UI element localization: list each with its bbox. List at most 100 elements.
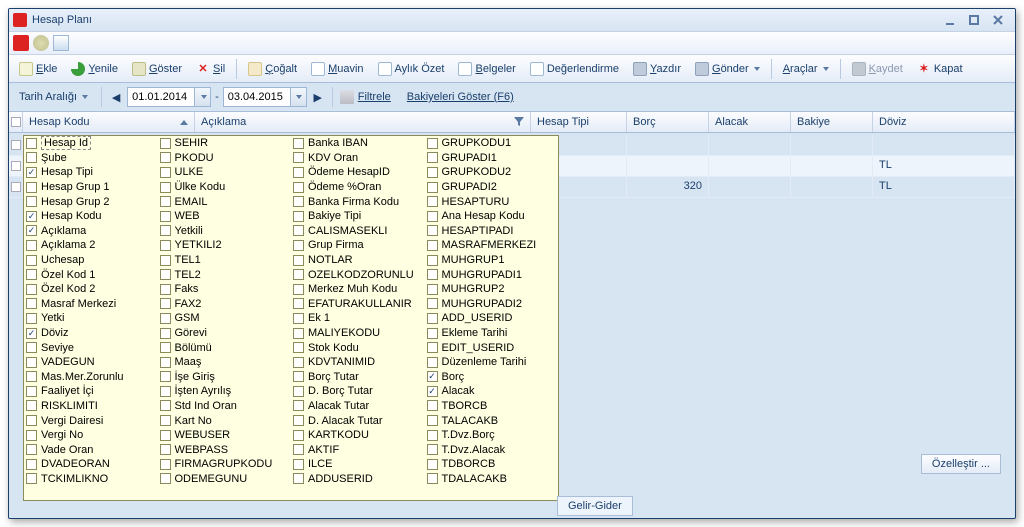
checkbox-icon[interactable] [26,284,37,295]
column-chooser-item[interactable]: Banka Firma Kodu [293,194,423,209]
checkbox-icon[interactable] [26,313,37,324]
checkbox-icon[interactable] [293,400,304,411]
column-chooser-item[interactable]: KARTKODU [293,428,423,443]
column-chooser-item[interactable]: Ana Hesap Kodu [427,209,557,224]
checkbox-icon[interactable] [427,211,438,222]
column-chooser-item[interactable]: AKTIF [293,442,423,457]
column-chooser-item[interactable]: Ödeme HesapID [293,165,423,180]
checkbox-icon[interactable] [160,152,171,163]
column-chooser-item[interactable]: TDBORCB [427,457,557,472]
checkbox-icon[interactable] [293,386,304,397]
column-chooser-item[interactable]: GSM [160,311,290,326]
column-chooser-item[interactable]: FAX2 [160,297,290,312]
checkbox-icon[interactable] [427,473,438,484]
checkbox-icon[interactable] [26,240,37,251]
checkbox-icon[interactable] [427,284,438,295]
iconbar-icon-3[interactable] [53,35,69,51]
goster-button[interactable]: Göster [126,59,188,79]
iconbar-icon-2[interactable] [33,35,49,51]
column-chooser-item[interactable]: Maaş [160,355,290,370]
sil-button[interactable]: ✕Sil [190,59,231,79]
column-chooser-item[interactable]: Ek 1 [293,311,423,326]
checkbox-icon[interactable] [160,371,171,382]
checkbox-icon[interactable] [26,371,37,382]
column-chooser-item[interactable]: EFATURAKULLANIR [293,297,423,312]
checkbox-icon[interactable] [427,371,438,382]
checkbox-icon[interactable] [160,328,171,339]
checkbox-icon[interactable] [427,400,438,411]
checkbox-icon[interactable] [26,225,37,236]
checkbox-icon[interactable] [26,473,37,484]
column-chooser-item[interactable]: T.Dvz.Alacak [427,442,557,457]
column-chooser-item[interactable]: EDIT_USERID [427,340,557,355]
date-to-input[interactable] [223,87,307,107]
checkbox-icon[interactable] [427,386,438,397]
checkbox-icon[interactable] [26,211,37,222]
checkbox-icon[interactable] [293,371,304,382]
column-chooser-item[interactable]: D. Borç Tutar [293,384,423,399]
column-chooser-item[interactable]: TDALACAKB [427,472,557,487]
tab-gelir-gider[interactable]: Gelir-Gider [557,496,633,516]
tarih-araligi-button[interactable]: Tarih Aralığı [13,88,94,106]
column-chooser-item[interactable]: İşten Ayrılış [160,384,290,399]
checkbox-icon[interactable] [160,473,171,484]
header-checkbox[interactable] [9,112,23,132]
date-from-input[interactable] [127,87,211,107]
column-chooser-item[interactable]: Hesap Id [26,136,156,151]
checkbox-icon[interactable] [293,459,304,470]
column-chooser-item[interactable]: Yetki [26,311,156,326]
checkbox-icon[interactable] [160,255,171,266]
column-chooser-item[interactable]: HESAPTIPADI [427,224,557,239]
column-chooser-item[interactable]: Borç Tutar [293,370,423,385]
column-chooser-item[interactable]: NOTLAR [293,253,423,268]
column-chooser-item[interactable]: Alacak [427,384,557,399]
checkbox-icon[interactable] [427,138,438,149]
checkbox-icon[interactable] [160,313,171,324]
column-chooser-item[interactable]: Hesap Tipi [26,165,156,180]
checkbox-icon[interactable] [427,240,438,251]
column-chooser-item[interactable]: Açıklama 2 [26,238,156,253]
checkbox-icon[interactable] [160,182,171,193]
checkbox-icon[interactable] [427,152,438,163]
gonder-button[interactable]: Gönder [689,59,766,79]
column-chooser-item[interactable]: KDV Oran [293,151,423,166]
column-chooser-item[interactable]: Özel Kod 1 [26,267,156,282]
column-chooser-item[interactable]: TBORCB [427,399,557,414]
maximize-button[interactable] [967,13,981,27]
column-chooser-item[interactable]: OZELKODZORUNLU [293,267,423,282]
checkbox-icon[interactable] [293,415,304,426]
checkbox-icon[interactable] [26,430,37,441]
checkbox-icon[interactable] [160,386,171,397]
column-chooser-item[interactable]: D. Alacak Tutar [293,413,423,428]
column-chooser-item[interactable]: ILCE [293,457,423,472]
checkbox-icon[interactable] [427,342,438,353]
column-chooser-item[interactable]: Mas.Mer.Zorunlu [26,370,156,385]
checkbox-icon[interactable] [293,313,304,324]
degerlendirme-button[interactable]: Değerlendirme [524,59,625,79]
araclar-button[interactable]: Araçlar [777,60,835,78]
checkbox-icon[interactable] [160,138,171,149]
column-chooser-item[interactable]: ADD_USERID [427,311,557,326]
checkbox-icon[interactable] [160,225,171,236]
cogalt-button[interactable]: Çoğalt [242,59,303,79]
column-chooser-item[interactable]: Alacak Tutar [293,399,423,414]
column-chooser-item[interactable]: Hesap Grup 2 [26,194,156,209]
checkbox-icon[interactable] [427,357,438,368]
ozellestir-button[interactable]: Özelleştir ... [921,454,1001,474]
checkbox-icon[interactable] [293,182,304,193]
column-chooser-item[interactable]: KDVTANIMID [293,355,423,370]
checkbox-icon[interactable] [160,444,171,455]
checkbox-icon[interactable] [26,459,37,470]
checkbox-icon[interactable] [26,196,37,207]
checkbox-icon[interactable] [160,196,171,207]
checkbox-icon[interactable] [160,400,171,411]
checkbox-icon[interactable] [26,298,37,309]
filtrele-link[interactable]: Filtrele [358,91,391,103]
column-chooser-popup[interactable]: Hesap IdŞubeHesap TipiHesap Grup 1Hesap … [23,135,559,501]
checkbox-icon[interactable] [160,167,171,178]
minimize-button[interactable] [943,13,957,27]
column-chooser-item[interactable]: WEBPASS [160,442,290,457]
checkbox-icon[interactable] [26,444,37,455]
checkbox-icon[interactable] [26,182,37,193]
checkbox-icon[interactable] [160,357,171,368]
